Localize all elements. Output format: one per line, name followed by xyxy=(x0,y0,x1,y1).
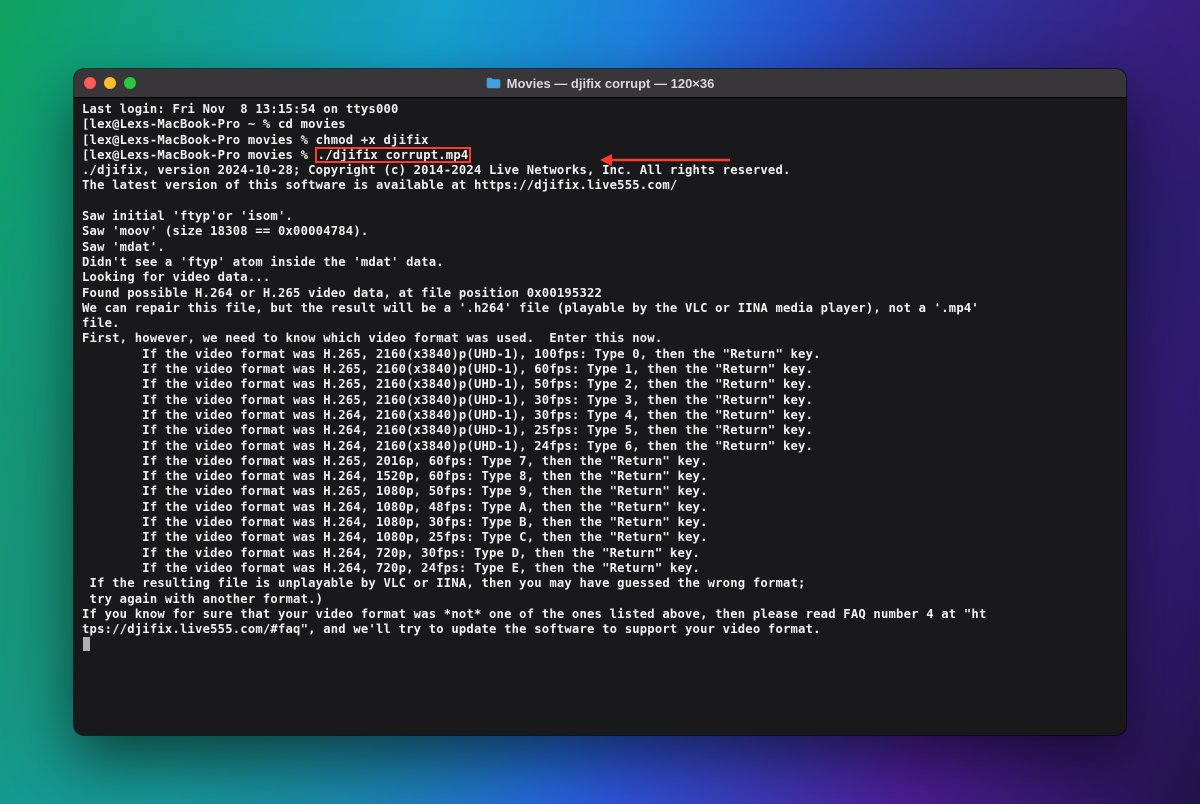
minimize-icon[interactable] xyxy=(104,77,116,89)
window-title: Movies — djifix corrupt — 120×36 xyxy=(74,76,1126,91)
maximize-icon[interactable] xyxy=(124,77,136,89)
terminal-output[interactable]: Last login: Fri Nov 8 13:15:54 on ttys00… xyxy=(74,98,1126,735)
folder-icon xyxy=(486,77,501,89)
terminal-prompt: [lex@Lexs-MacBook-Pro movies % xyxy=(82,148,316,162)
terminal-window: Movies — djifix corrupt — 120×36 Last lo… xyxy=(74,69,1126,735)
window-title-text: Movies — djifix corrupt — 120×36 xyxy=(507,76,715,91)
traffic-lights xyxy=(74,77,136,89)
terminal-text: Last login: Fri Nov 8 13:15:54 on ttys00… xyxy=(82,102,987,651)
highlighted-command: ./djifix corrupt.mp4 xyxy=(316,148,471,162)
close-icon[interactable] xyxy=(84,77,96,89)
terminal-cursor xyxy=(83,637,90,651)
window-titlebar[interactable]: Movies — djifix corrupt — 120×36 xyxy=(74,69,1126,98)
